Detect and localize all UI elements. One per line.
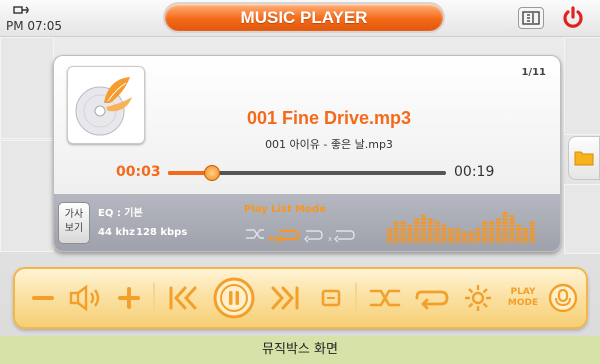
background-tile [564,37,600,135]
caption: 뮤직박스 화면 [0,336,600,364]
speaker-icon [69,284,100,312]
sample-rate: 44 khz [98,227,135,238]
pause-button[interactable] [213,277,255,319]
total-time: 00:19 [454,164,495,180]
previous-track-icon [169,286,197,310]
shuffle-button[interactable] [367,282,403,314]
divider [153,283,155,313]
next-track-icon [271,286,299,310]
spectrum-bar [468,231,474,243]
song-artist: 001 아이유 - 좋은 날.mp3 [265,138,393,151]
volume-up-button[interactable] [115,282,143,314]
previous-button[interactable] [165,282,201,314]
song-title: 001 Fine Drive.mp3 [246,108,412,128]
spectrum-bar [387,228,392,243]
now-playing-card: 1/11 001 Fine Drive.mp3 001 아이유 - 좋은 날.m… [53,55,561,252]
spectrum-bar [407,224,413,243]
lyrics-button[interactable]: 가사 보기 [58,202,90,244]
progress-knob[interactable] [204,165,221,181]
spectrum-bar [441,224,447,243]
repeat-all-icon [277,229,300,243]
spectrum-bar [448,228,454,243]
spectrum-bar [509,215,515,243]
play-mode-button[interactable]: PLAY MODE [505,282,541,314]
minus-icon [32,296,54,300]
playlist-mode-label: Play List Mode [244,204,326,215]
spectrum-analyzer [387,212,535,243]
microphone-icon [548,283,578,313]
list-view-icon [522,11,540,25]
repeat-off-icon [334,230,355,243]
clock-time: PM 07:05 [6,19,62,33]
settings-button[interactable] [461,282,495,314]
folder-icon [574,151,594,166]
repeat-button[interactable] [413,282,451,314]
repeat-one-icon [304,230,323,243]
repeat-all-label: All [268,235,278,243]
spectrum-bar [482,221,488,243]
background-tile [0,37,54,139]
volume-button[interactable] [67,282,107,314]
divider [355,283,357,313]
info-bar: 가사 보기 EQ : 기본 44 khz 128 kbps Play List … [54,194,560,251]
spectrum-bar [516,224,522,243]
spectrum-bar [475,228,481,243]
status-clock: PM 07:05 [6,3,66,33]
title-banner: MUSIC PLAYER [163,2,445,33]
play-mode-line1: PLAY [510,287,536,297]
folder-tab[interactable] [568,136,600,180]
track-counter: 1/11 [521,67,546,78]
bitrate: 128 kbps [136,227,188,238]
spectrum-bar [529,221,535,243]
spectrum-bar [427,218,433,243]
power-icon [563,6,583,28]
album-cover[interactable] [67,66,145,144]
spectrum-bar [414,218,420,243]
background-tile [0,140,54,252]
repeat-mode-icons: All x [246,229,355,243]
spectrum-bar [455,228,460,243]
repeat-icon [415,290,449,310]
pause-icon [213,277,255,319]
stop-icon [321,289,341,307]
spectrum-bar [489,221,494,243]
lyrics-label-line2: 보기 [64,223,84,234]
spectrum-bar [495,218,501,243]
shuffle-icon [369,289,401,307]
play-mode-label: PLAY MODE [505,282,541,314]
view-toggle-button[interactable] [518,7,544,29]
gear-icon [465,285,491,311]
spectrum-bar [434,221,440,243]
progress-bar[interactable] [168,165,446,181]
eq-label: EQ : 기본 [98,208,143,219]
music-player-screen: PM 07:05 MUSIC PLAYER 1/11 001 Fine Driv… [0,0,600,336]
top-bar: PM 07:05 MUSIC PLAYER [0,0,600,37]
elapsed-time: 00:03 [116,164,161,180]
cd-butterfly-icon [75,77,132,136]
record-button[interactable] [547,282,579,314]
repeat-off-label: x [328,235,332,243]
spectrum-bar [393,221,399,243]
signal-icon [13,6,29,14]
spectrum-bar [400,221,406,243]
spectrum-bar [502,212,508,243]
shuffle-mode-icon [246,229,264,239]
background-tile [564,184,600,254]
power-button[interactable] [560,5,586,31]
volume-down-button[interactable] [29,282,57,314]
spectrum-bar [421,215,426,243]
lyrics-label-line1: 가사 [64,209,84,220]
spectrum-bar [523,228,528,243]
stop-button[interactable] [317,282,345,314]
app-title: MUSIC PLAYER [240,8,368,27]
plus-icon [118,287,140,309]
control-bar: PLAY MODE [13,267,588,329]
next-button[interactable] [267,282,303,314]
spectrum-bar [461,231,467,243]
play-mode-line2: MODE [507,298,539,308]
